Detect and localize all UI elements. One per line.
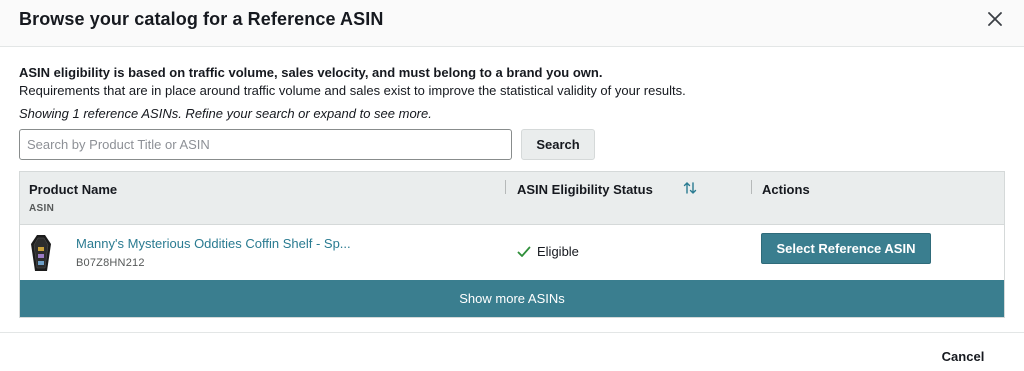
- column-asin-sublabel: ASIN: [29, 203, 55, 214]
- search-button[interactable]: Search: [521, 129, 595, 160]
- checkmark-icon: [517, 246, 531, 257]
- table-header: Product Name ASIN ASIN Eligibility Statu…: [20, 172, 1004, 225]
- product-thumbnail: [31, 235, 51, 271]
- modal-header: Browse your catalog for a Reference ASIN: [0, 0, 1024, 47]
- modal-title: Browse your catalog for a Reference ASIN: [19, 9, 384, 29]
- requirements-text: Requirements that are in place around tr…: [19, 83, 686, 98]
- product-asin: B07Z8HN212: [76, 257, 145, 269]
- close-button[interactable]: [984, 8, 1006, 30]
- reference-asin-modal: Browse your catalog for a Reference ASIN…: [0, 0, 1024, 371]
- column-divider: [505, 180, 506, 194]
- eligibility-heading: ASIN eligibility is based on traffic vol…: [19, 65, 603, 80]
- status-label: Eligible: [537, 244, 579, 259]
- search-input[interactable]: [19, 129, 512, 160]
- sort-arrows-icon[interactable]: [683, 181, 697, 195]
- eligibility-status: Eligible: [517, 244, 579, 259]
- column-eligibility-status[interactable]: ASIN Eligibility Status: [517, 182, 653, 197]
- table-row: Manny's Mysterious Oddities Coffin Shelf…: [20, 225, 1004, 280]
- show-more-asins-button[interactable]: Show more ASINs: [20, 280, 1004, 317]
- product-name-link[interactable]: Manny's Mysterious Oddities Coffin Shelf…: [76, 236, 351, 251]
- cancel-button[interactable]: Cancel: [930, 345, 996, 367]
- column-divider: [751, 180, 752, 194]
- info-section: ASIN eligibility is based on traffic vol…: [19, 64, 1005, 122]
- select-reference-asin-button[interactable]: Select Reference ASIN: [761, 233, 931, 264]
- close-icon: [988, 12, 1002, 26]
- footer-divider: [0, 332, 1024, 333]
- column-product-name[interactable]: Product Name: [29, 182, 117, 197]
- column-actions: Actions: [762, 182, 810, 197]
- results-count-text: Showing 1 reference ASINs. Refine your s…: [19, 106, 432, 121]
- asin-table: Product Name ASIN ASIN Eligibility Statu…: [19, 171, 1005, 318]
